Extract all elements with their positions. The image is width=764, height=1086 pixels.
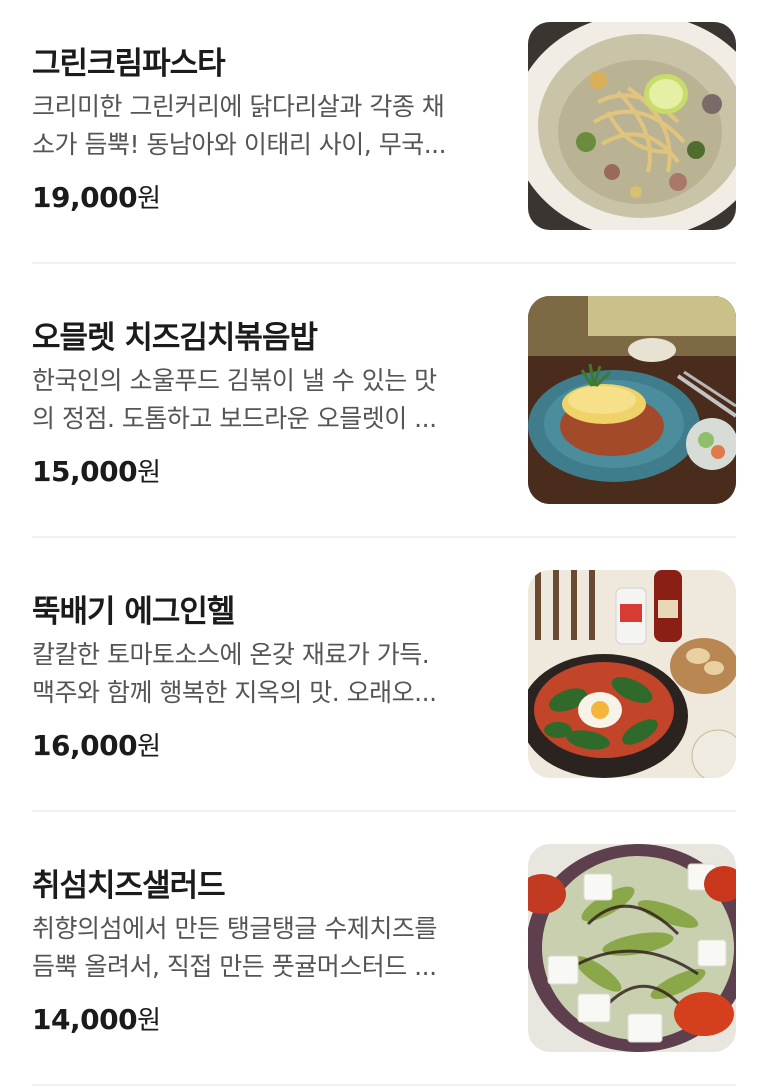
menu-item-description: 한국인의 소울푸드 김볶이 낼 수 있는 맛 의 정점. 도톰하고 보드라운 오…	[32, 362, 502, 438]
menu-item-description-line: 칼칼한 토마토소스에 온갖 재료가 가득.	[32, 640, 430, 669]
price-currency: 원	[137, 458, 161, 488]
menu-item-ttukbaegi-egg-in-hell[interactable]: 뚝배기 에그인헬 칼칼한 토마토소스에 온갖 재료가 가득. 맥주와 함께 행복…	[32, 570, 736, 778]
price-amount: 14,000	[32, 1003, 138, 1036]
menu-item-price: 15,000원	[32, 452, 161, 489]
menu-item-description-line: 듬뿍 올려서, 직접 만든 풋귤머스터드 ...	[32, 952, 437, 981]
chwiseom-cheese-salad-photo	[528, 844, 736, 1052]
menu-item-price: 16,000원	[32, 726, 161, 763]
menu-item-chwiseom-cheese-salad[interactable]: 취섬치즈샐러드 취향의섬에서 만든 탱글탱글 수제치즈를 듬뿍 올려서, 직접 …	[32, 844, 736, 1052]
menu-item-description-line: 크리미한 그린커리에 닭다리살과 각종 채	[32, 92, 445, 121]
menu-item-description: 취향의섬에서 만든 탱글탱글 수제치즈를 듬뿍 올려서, 직접 만든 풋귤머스터…	[32, 910, 502, 986]
menu-item-description-line: 맥주와 함께 행복한 지옥의 맛. 오래오...	[32, 678, 437, 707]
menu-item-name: 뚝배기 에그인헬	[32, 594, 235, 630]
menu-list: 그린크림파스타 크리미한 그린커리에 닭다리살과 각종 채 소가 듬뿍! 동남아…	[0, 0, 764, 1086]
price-amount: 16,000	[32, 729, 138, 762]
menu-item-description: 크리미한 그린커리에 닭다리살과 각종 채 소가 듬뿍! 동남아와 이태리 사이…	[32, 88, 502, 164]
ttukbaegi-egg-in-hell-photo	[528, 570, 736, 778]
menu-item-price: 19,000원	[32, 178, 161, 215]
menu-item-omelet-kimchi-fried-rice[interactable]: 오믈렛 치즈김치볶음밥 한국인의 소울푸드 김볶이 낼 수 있는 맛 의 정점.…	[32, 296, 736, 504]
menu-item-photo[interactable]	[528, 570, 736, 778]
price-amount: 19,000	[32, 181, 138, 214]
menu-item-description: 칼칼한 토마토소스에 온갖 재료가 가득. 맥주와 함께 행복한 지옥의 맛. …	[32, 636, 502, 712]
divider	[32, 262, 736, 264]
menu-item-photo[interactable]	[528, 22, 736, 230]
green-cream-pasta-photo	[528, 22, 736, 230]
menu-item-photo[interactable]	[528, 296, 736, 504]
menu-item-price: 14,000원	[32, 1000, 161, 1037]
omelet-kimchi-fried-rice-photo	[528, 296, 736, 504]
menu-item-name: 그린크림파스타	[32, 46, 226, 82]
menu-item-photo[interactable]	[528, 844, 736, 1052]
price-amount: 15,000	[32, 455, 138, 488]
menu-item-description-line: 한국인의 소울푸드 김볶이 낼 수 있는 맛	[32, 366, 437, 395]
divider	[32, 536, 736, 538]
price-currency: 원	[137, 1006, 161, 1036]
menu-item-description-line: 소가 듬뿍! 동남아와 이태리 사이, 무국...	[32, 130, 447, 159]
price-currency: 원	[137, 184, 161, 214]
divider	[32, 810, 736, 812]
menu-item-description-line: 취향의섬에서 만든 탱글탱글 수제치즈를	[32, 914, 437, 943]
menu-item-name: 오믈렛 치즈김치볶음밥	[32, 320, 318, 356]
price-currency: 원	[137, 732, 161, 762]
menu-item-name: 취섬치즈샐러드	[32, 868, 226, 904]
menu-item-description-line: 의 정점. 도톰하고 보드라운 오믈렛이 ...	[32, 404, 437, 433]
menu-item-green-cream-pasta[interactable]: 그린크림파스타 크리미한 그린커리에 닭다리살과 각종 채 소가 듬뿍! 동남아…	[32, 22, 736, 230]
